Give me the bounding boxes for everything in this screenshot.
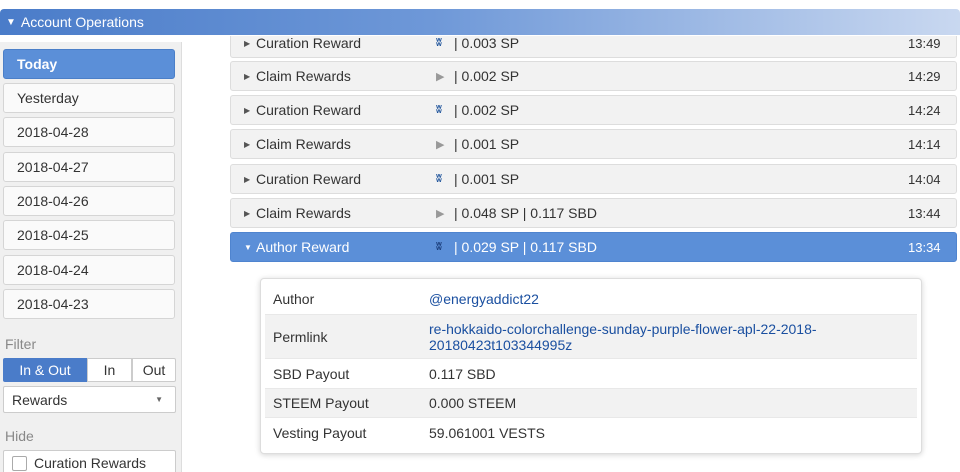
operation-amount: | 0.002 SP (454, 102, 520, 118)
operation-time: 14:29 (908, 68, 941, 84)
operation-time: 13:34 (908, 239, 941, 255)
operation-name: Claim Rewards (256, 68, 351, 84)
curation-rewards-checkbox[interactable] (12, 455, 27, 471)
detail-key: Vesting Payout (273, 424, 367, 441)
detail-key: Permlink (273, 328, 328, 345)
steem-icon: ʬ (436, 173, 442, 185)
operation-row-expanded[interactable]: ▼ Author Reward ʬ | 0.029 SP | 0.117 SBD… (230, 232, 957, 262)
detail-value: 0.000 STEEM (429, 395, 517, 411)
filter-in-out-button[interactable]: In & Out (3, 358, 87, 382)
operation-time: 14:14 (908, 136, 941, 152)
author-link[interactable]: @energyaddict22 (429, 284, 917, 314)
operation-amount: | 0.002 SP (454, 68, 520, 84)
operation-name: Author Reward (256, 239, 350, 255)
caret-right-icon: ▶ (244, 38, 251, 48)
account-operations-header[interactable]: ▼ Account Operations (0, 9, 960, 35)
detail-key: Author (273, 291, 315, 307)
detail-value: 59.061001 VESTS (429, 424, 545, 441)
operation-amount: | 0.001 SP (454, 171, 520, 187)
permlink-link[interactable]: re-hokkaido-colorchallenge-sunday-purple… (429, 315, 917, 358)
detail-row-author: Author @energyaddict22 (265, 284, 917, 314)
steem-icon: ʬ (436, 241, 442, 253)
checkbox-label: Curation Rewards (34, 455, 147, 471)
detail-key: STEEM Payout (273, 395, 369, 411)
header-title: Account Operations (20, 14, 144, 30)
permlink-line-1: re-hokkaido-colorchallenge-sunday-purple… (429, 320, 817, 337)
play-icon: ▶ (436, 207, 445, 220)
caret-down-icon: ▼ (6, 16, 16, 28)
date-yesterday-button[interactable]: Yesterday (3, 83, 175, 113)
operation-row[interactable]: ▶ Claim Rewards ▶ | 0.002 SP 14:29 (230, 61, 957, 91)
operation-name: Claim Rewards (256, 136, 351, 152)
date-button[interactable]: 2018-04-26 (3, 186, 175, 216)
operation-name: Curation Reward (256, 102, 362, 118)
caret-right-icon: ▶ (244, 71, 251, 81)
filter-segmented-control: In & Out In Out (3, 358, 176, 382)
operation-time: 14:04 (908, 171, 941, 187)
caret-right-icon: ▶ (244, 105, 251, 115)
operation-time: 14:24 (908, 102, 941, 118)
operation-time: 13:49 (908, 36, 941, 51)
steem-icon: ʬ (436, 37, 442, 49)
operation-amount: | 0.048 SP | 0.117 SBD (454, 205, 597, 221)
steem-icon: ʬ (436, 104, 442, 116)
operation-row[interactable]: ▶ Claim Rewards ▶ | 0.048 SP | 0.117 SBD… (230, 198, 957, 228)
operation-amount: | 0.001 SP (454, 136, 520, 152)
date-button[interactable]: 2018-04-28 (3, 117, 175, 147)
hide-curation-rewards-option[interactable]: Curation Rewards (3, 450, 176, 472)
filter-out-button[interactable]: Out (132, 358, 176, 382)
operation-name: Claim Rewards (256, 205, 351, 221)
operation-row[interactable]: ▶ Curation Reward ʬ | 0.002 SP 14:24 (230, 95, 957, 125)
operation-row[interactable]: ▶ Curation Reward ʬ | 0.003 SP 13:49 (230, 36, 957, 58)
hide-label: Hide (5, 428, 34, 444)
date-button[interactable]: 2018-04-25 (3, 220, 175, 250)
operation-name: Curation Reward (256, 171, 362, 187)
detail-value: 0.117 SBD (429, 365, 496, 382)
caret-right-icon: ▶ (244, 139, 251, 149)
caret-right-icon: ▶ (244, 208, 251, 218)
caret-right-icon: ▶ (244, 174, 251, 184)
caret-down-icon: ▼ (244, 242, 252, 252)
detail-key: SBD Payout (273, 365, 350, 382)
permlink-line-2: 20180423t103344995z (429, 336, 573, 353)
detail-row-steem: STEEM Payout 0.000 STEEM (265, 388, 917, 417)
operation-row[interactable]: ▶ Claim Rewards ▶ | 0.001 SP 14:14 (230, 129, 957, 159)
filter-in-button[interactable]: In (87, 358, 132, 382)
operations-list: ▶ Curation Reward ʬ | 0.003 SP 13:49 ▶ C… (230, 36, 958, 472)
detail-row-vesting: Vesting Payout 59.061001 VESTS (265, 417, 917, 447)
operation-amount: | 0.003 SP (454, 36, 520, 51)
detail-row-sbd: SBD Payout 0.117 SBD (265, 358, 917, 388)
date-button[interactable]: 2018-04-24 (3, 255, 175, 285)
operation-detail-card: Author @energyaddict22 Permlink re-hokka… (260, 278, 922, 454)
filter-label: Filter (5, 336, 37, 352)
detail-row-permlink: Permlink re-hokkaido-colorchallenge-sund… (265, 314, 917, 358)
date-button[interactable]: 2018-04-23 (3, 289, 175, 319)
operation-amount: | 0.029 SP | 0.117 SBD (454, 239, 597, 255)
select-value: Rewards (12, 391, 68, 408)
operation-name: Curation Reward (256, 36, 362, 51)
operation-row[interactable]: ▶ Curation Reward ʬ | 0.001 SP 14:04 (230, 164, 957, 194)
operation-type-select[interactable]: Rewards ▼ (3, 386, 176, 413)
date-button[interactable]: 2018-04-27 (3, 152, 175, 182)
play-icon: ▶ (436, 138, 445, 151)
chevron-down-icon: ▼ (155, 395, 163, 404)
date-today-button[interactable]: Today (3, 49, 175, 79)
play-icon: ▶ (436, 70, 445, 83)
operation-time: 13:44 (908, 205, 941, 221)
